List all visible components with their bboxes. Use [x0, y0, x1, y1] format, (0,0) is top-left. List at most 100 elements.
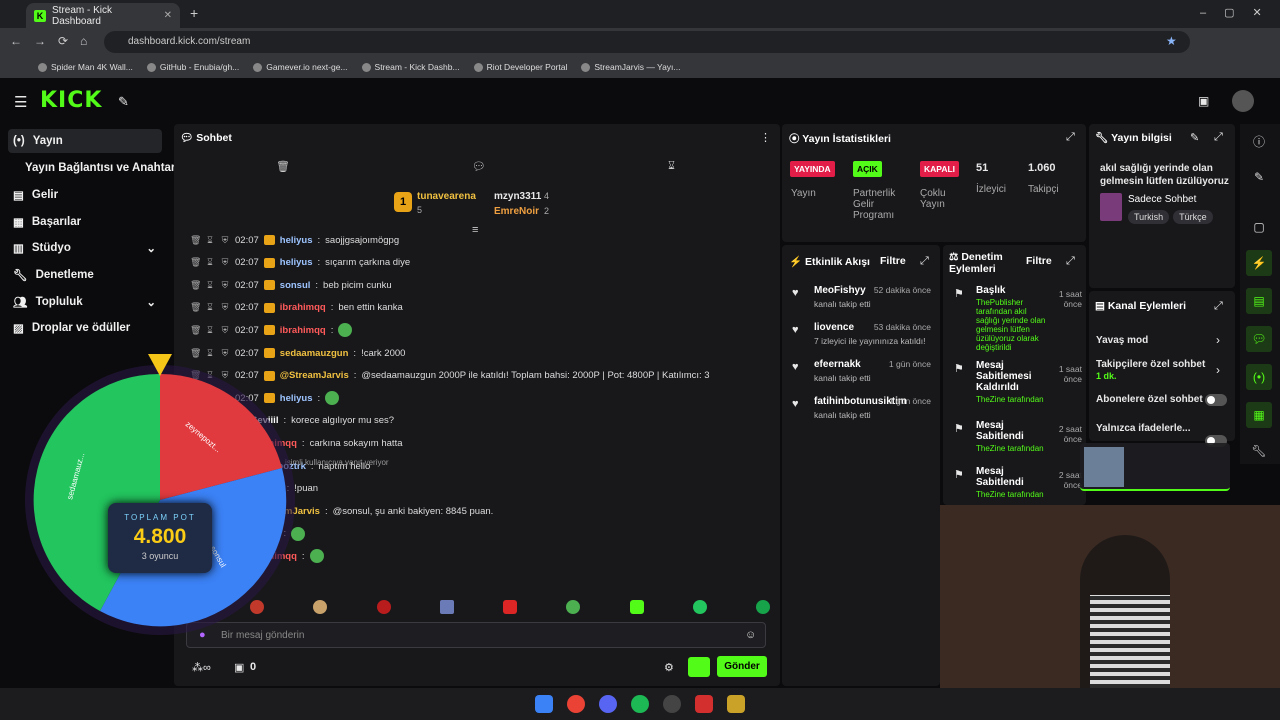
tools-icon[interactable]: ✎ [118, 94, 129, 110]
gift-icon[interactable]: ▣ [234, 661, 244, 674]
settings-gear-icon[interactable]: ⚙ [664, 661, 674, 674]
chevron-right-icon[interactable]: › [1216, 363, 1220, 377]
chrome-icon[interactable] [567, 695, 585, 713]
emote-icon[interactable] [439, 600, 454, 614]
menu-icon[interactable]: ☰ [14, 93, 27, 111]
bookmark-item[interactable]: GitHub - Enubia/gh... [146, 62, 239, 72]
more-options-icon[interactable]: ⋮ [760, 131, 771, 144]
activity-item[interactable]: ♥ fatihinbotunusiktim kanalı takip etti 1 g… [792, 396, 935, 420]
activity-item[interactable]: ♥ efeernakk kanalı takip etti 1 gün önce [792, 359, 935, 383]
screen-icon[interactable]: ▢ [1246, 214, 1272, 240]
new-tab-icon[interactable]: + [190, 5, 198, 21]
windows-start-icon[interactable] [535, 695, 553, 713]
bookmark-item[interactable]: StreamJarvis — Yayı... [581, 62, 681, 72]
message-username[interactable]: ibrahimqq [280, 325, 326, 336]
chat-message[interactable]: 🗑︎ ⌛︎ ⛨ 02:07 sonsul: beb picim cunku [190, 274, 392, 296]
points-infinity-icon[interactable]: ⁂∞ [192, 661, 211, 674]
message-username[interactable]: heliyus [280, 257, 313, 268]
bookmark-item[interactable]: Stream - Kick Dashb... [361, 62, 460, 72]
hourglass-icon[interactable]: ⌛︎ [668, 160, 675, 173]
bookmark-item[interactable]: Riot Developer Portal [473, 62, 567, 72]
emote-icon[interactable] [376, 600, 391, 614]
hourglass-icon[interactable]: ⌛︎ [205, 302, 215, 313]
wrench-icon[interactable]: 🔧︎ [1246, 438, 1272, 464]
edit-icon[interactable]: ✎ [1190, 131, 1199, 144]
moderation-item[interactable]: ⚑ Mesaj Sabitlendi TheZine tarafından 2 saa… [952, 466, 1082, 499]
emote-icon[interactable] [692, 600, 707, 614]
message-username[interactable]: ibrahimqq [280, 302, 326, 313]
chevron-right-icon[interactable]: › [1216, 333, 1220, 347]
activity-filter-button[interactable]: Filtre [880, 255, 906, 267]
sidebar-item-stream-key[interactable]: Yayın Bağlantısı ve Anahtarı [20, 156, 180, 180]
wallet-icon[interactable]: ▣ [1198, 94, 1209, 108]
emote-icon[interactable] [756, 600, 770, 614]
sidebar-item-yayin[interactable]: (•) Yayın [8, 129, 162, 153]
url-input[interactable]: dashboard.kick.com/stream [104, 31, 1190, 53]
obs-icon[interactable] [663, 695, 681, 713]
chat-message[interactable]: 🗑︎ ⌛︎ ⛨ 02:07 heliyus: saojjgsajoımögpg [190, 229, 399, 251]
bookmark-star-icon[interactable]: ★ [1166, 34, 1177, 48]
chat-message[interactable]: 🗑︎ ⌛︎ ⛨ 02:07 ibrahimqq: ben ettin kanka [190, 297, 403, 319]
expand-icon[interactable]: ⤢ [1066, 131, 1075, 144]
chat-message[interactable]: 🗑︎ ⌛︎ ⛨ 02:07 ibrahimqq: [190, 319, 353, 341]
hourglass-icon[interactable]: ⌛︎ [205, 257, 215, 268]
expand-icon[interactable]: ⤢ [1214, 131, 1223, 144]
sidebar-item-denetleme[interactable]: 🔧︎ Denetleme [8, 263, 162, 287]
moderation-icon[interactable]: ▦ [1246, 402, 1272, 428]
trash-icon[interactable]: 🗑︎ [276, 160, 290, 173]
sidebar-item-topluluk[interactable]: 👥︎ Topluluk ⌄ [8, 290, 162, 314]
stream-info-icon[interactable]: ▤ [1246, 288, 1272, 314]
kick-emote-button[interactable] [688, 657, 710, 677]
window-controls-icon[interactable]: –▢✕ [1200, 6, 1280, 19]
hourglass-icon[interactable]: ⌛︎ [205, 325, 215, 336]
chat-bubble-icon[interactable]: 💬︎ [472, 160, 486, 173]
emote-icon[interactable] [503, 600, 517, 614]
nav-buttons-icon[interactable]: ←→⟳⌂ [10, 34, 99, 48]
moderation-filter-button[interactable]: Filtre [1026, 255, 1052, 267]
expand-icon[interactable]: ⤢ [920, 255, 929, 268]
emote-icon[interactable] [629, 600, 644, 614]
chat-icon[interactable]: 💬︎ [1246, 326, 1272, 352]
activity-feed-icon[interactable]: ⚡ [1246, 250, 1272, 276]
sidebar-item-droplar[interactable]: ▨ Droplar ve ödüller [8, 316, 162, 340]
hourglass-icon[interactable]: ⌛︎ [205, 280, 215, 291]
moderation-item[interactable]: ⚑ Mesaj Sabitlendi TheZine tarafından 2 saa… [952, 420, 1082, 453]
trash-icon[interactable]: 🗑︎ [190, 235, 201, 246]
spotify-icon[interactable] [631, 695, 649, 713]
sidebar-item-studyo[interactable]: ▥ Stüdyo ⌄ [8, 236, 162, 260]
avatar[interactable] [1232, 90, 1254, 112]
send-button[interactable]: Gönder [717, 656, 767, 677]
hourglass-icon[interactable]: ⌛︎ [205, 235, 215, 246]
kick-logo[interactable]: KICK [40, 88, 102, 113]
sidebar-item-gelir[interactable]: ▤ Gelir [8, 183, 162, 207]
trash-icon[interactable]: 🗑︎ [190, 257, 201, 268]
valorant-icon[interactable] [695, 695, 713, 713]
info-icon[interactable]: ⓘ [1246, 128, 1272, 154]
activity-item[interactable]: ♥ liovence 7 izleyici ile yayınınıza katıl… [792, 322, 935, 346]
league-icon[interactable] [727, 695, 745, 713]
emote-icon[interactable] [313, 600, 328, 614]
moderation-item[interactable]: ⚑ Mesaj Sabitlemesi Kaldırıldı TheZine tar… [952, 360, 1082, 404]
broadcast-icon[interactable]: (•) [1246, 364, 1272, 390]
subscribers-only-toggle[interactable] [1205, 394, 1227, 406]
trash-icon[interactable]: 🗑︎ [190, 280, 201, 291]
close-tab-icon[interactable]: ✕ [164, 10, 172, 21]
slow-mode-label[interactable]: Yavaş mod [1096, 335, 1148, 346]
browser-tab[interactable]: K Stream - Kick Dashboard ✕ [26, 3, 180, 28]
message-username[interactable]: heliyus [280, 235, 313, 246]
bookmark-item[interactable]: Spider Man 4K Wall... [38, 62, 133, 72]
sidebar-item-basarilar[interactable]: ▦ Başarılar [8, 210, 162, 234]
filter-icon[interactable]: ≡ [472, 224, 478, 236]
activity-item[interactable]: ♥ MeoFishyy kanalı takip etti 52 dakika önc… [792, 285, 935, 309]
followers-only-label[interactable]: Takipçilere özel sohbet [1096, 359, 1205, 370]
moderation-item[interactable]: ⚑ Başlık ThePublisher tarafından akıl sağl… [952, 285, 1082, 352]
emote-icon[interactable] [250, 600, 264, 614]
message-username[interactable]: sonsul [280, 280, 311, 291]
chat-message[interactable]: 🗑︎ ⌛︎ ⛨ 02:07 heliyus: sıçarım çarkına diye [190, 252, 410, 274]
trash-icon[interactable]: 🗑︎ [190, 302, 201, 313]
emote-icon[interactable] [566, 600, 581, 614]
expand-icon[interactable]: ⤢ [1214, 300, 1223, 313]
bookmark-item[interactable]: Gamever.io next-ge... [253, 62, 348, 72]
expand-icon[interactable]: ⤢ [1066, 255, 1075, 268]
pencil-icon[interactable]: ✎ [1246, 164, 1272, 190]
